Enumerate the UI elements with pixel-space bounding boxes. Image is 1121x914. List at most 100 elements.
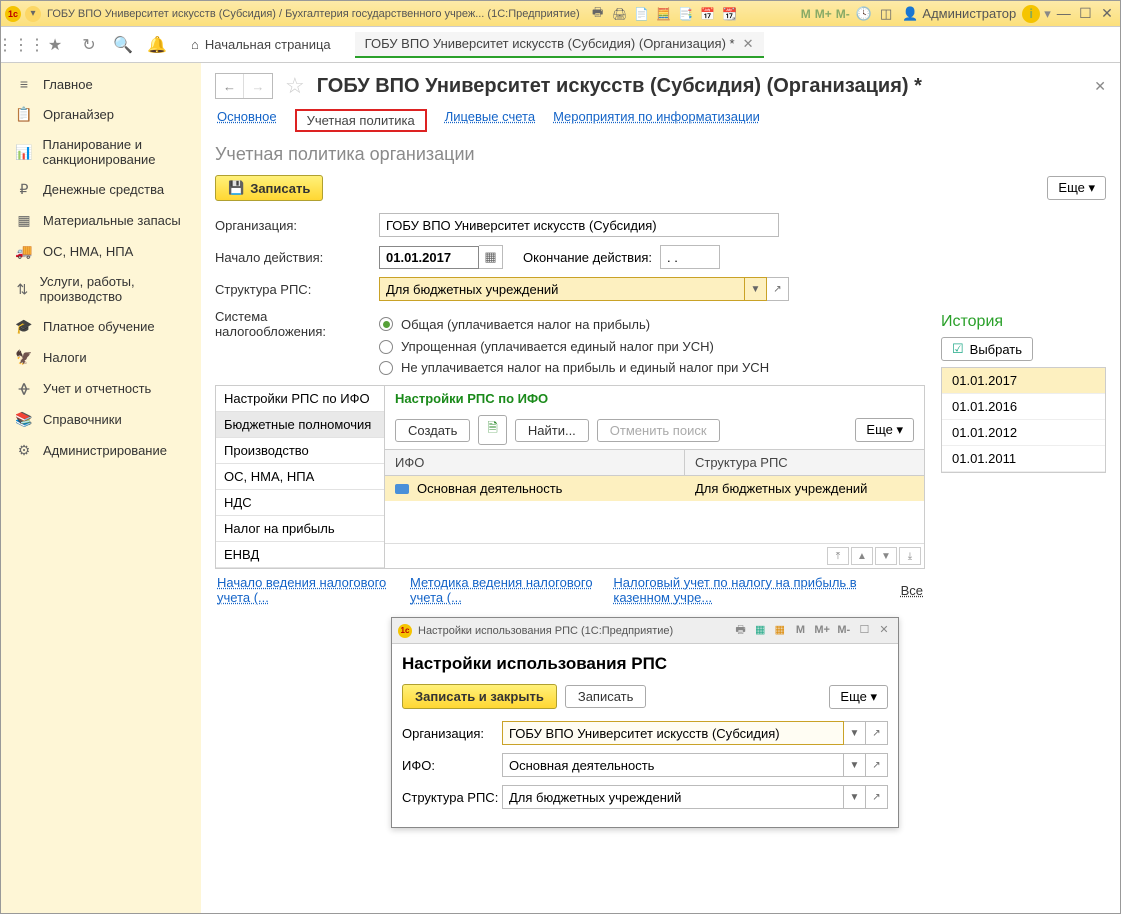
dialog-maximize-icon[interactable]: ☐ xyxy=(856,623,872,636)
close-icon[interactable]: ✕ xyxy=(1098,5,1116,22)
footer-link-3[interactable]: Налоговый учет по налогу на прибыль в ка… xyxy=(613,575,882,605)
page-close-icon[interactable]: ✕ xyxy=(1094,78,1106,95)
cancel-find-button[interactable]: Отменить поиск xyxy=(597,419,720,442)
dialog-m-icon[interactable]: M xyxy=(793,624,809,636)
cat-rps-ifo[interactable]: Настройки РПС по ИФО xyxy=(216,386,384,412)
copy-button[interactable]: 🗎 xyxy=(478,415,506,445)
history-icon[interactable]: ↻ xyxy=(79,35,99,55)
report-icon[interactable]: 📑 xyxy=(678,6,694,22)
m-minus-icon[interactable]: М- xyxy=(836,7,850,21)
sidebar-item-materials[interactable]: ▦Материальные запасы xyxy=(1,205,201,236)
tab-policy[interactable]: Учетная политика xyxy=(295,109,427,132)
nav-first-icon[interactable]: ⤒ xyxy=(827,547,849,565)
active-tab[interactable]: ГОБУ ВПО Университет искусств (Субсидия)… xyxy=(355,32,764,58)
user-label[interactable]: 👤 Администратор xyxy=(902,6,1016,22)
tax-radio-general[interactable]: Общая (уплачивается налог на прибыль) xyxy=(379,317,650,332)
minimize-icon[interactable]: — xyxy=(1055,5,1073,21)
rps-open-icon[interactable]: ↗ xyxy=(767,277,789,301)
dialog-close-icon[interactable]: ✕ xyxy=(876,623,892,636)
find-button[interactable]: Найти... xyxy=(515,419,589,442)
apps-icon[interactable]: ⋮⋮⋮ xyxy=(11,35,31,55)
footer-link-2[interactable]: Методика ведения налогового учета (... xyxy=(410,575,595,605)
home-tab[interactable]: ⌂ Начальная страница xyxy=(181,37,341,52)
dialog-cal-icon[interactable]: ▦ xyxy=(752,623,768,636)
nav-down-icon[interactable]: ▼ xyxy=(875,547,897,565)
table-row[interactable]: Основная деятельность Для бюджетных учре… xyxy=(385,476,924,501)
cat-profit-tax[interactable]: Налог на прибыль xyxy=(216,516,384,542)
tax-radio-usn[interactable]: Упрощенная (уплачивается единый налог пр… xyxy=(379,339,925,354)
dialog-more-button[interactable]: Еще ▾ xyxy=(829,685,888,709)
dropdown-icon[interactable]: ▾ xyxy=(25,6,41,22)
footer-link-1[interactable]: Начало ведения налогового учета (... xyxy=(217,575,392,605)
save-close-button[interactable]: Записать и закрыть xyxy=(402,684,557,709)
rps-dropdown-icon[interactable]: ▼ xyxy=(745,277,767,301)
search-icon[interactable]: 🔍 xyxy=(113,35,133,55)
back-icon[interactable]: ← xyxy=(216,74,244,98)
dialog-mminus-icon[interactable]: M- xyxy=(836,624,852,636)
detail-more-button[interactable]: Еще ▾ xyxy=(855,418,914,442)
sidebar-item-paid[interactable]: 🎓Платное обучение xyxy=(1,311,201,342)
sidebar-item-reference[interactable]: 📚Справочники xyxy=(1,404,201,435)
bell-icon[interactable]: 🔔 xyxy=(147,35,167,55)
sidebar-item-main[interactable]: ≡Главное xyxy=(1,69,201,99)
tab-close-icon[interactable]: ✕ xyxy=(743,36,754,52)
sidebar-item-organizer[interactable]: 📋Органайзер xyxy=(1,99,201,130)
tab-events[interactable]: Мероприятия по информатизации xyxy=(553,109,760,132)
print-icon[interactable]: 🖶 xyxy=(590,6,606,22)
start-date-field[interactable]: 01.01.2017 xyxy=(379,246,479,269)
rps-combo[interactable]: Для бюджетных учреждений xyxy=(379,277,745,301)
star-icon[interactable]: ☆ xyxy=(285,73,305,99)
dialog-org-dd-icon[interactable]: ▼ xyxy=(844,721,866,745)
favorite-icon[interactable]: ★ xyxy=(45,35,65,55)
sidebar-item-planning[interactable]: 📊Планирование и санкционирование xyxy=(1,130,201,174)
calendar-picker-icon[interactable]: ▦ xyxy=(479,245,503,269)
tab-accounts[interactable]: Лицевые счета xyxy=(445,109,535,132)
col-rps[interactable]: Структура РПС xyxy=(685,450,798,475)
dialog-ifo-field[interactable]: Основная деятельность xyxy=(502,753,844,777)
cat-os[interactable]: ОС, НМА, НПА xyxy=(216,464,384,490)
history-item[interactable]: 01.01.2017 xyxy=(942,368,1105,394)
sidebar-item-accounting[interactable]: ᚖУчет и отчетность xyxy=(1,373,201,404)
doc-icon[interactable]: 📄 xyxy=(634,6,650,22)
tab-main[interactable]: Основное xyxy=(217,109,277,132)
date-icon[interactable]: 📆 xyxy=(722,6,738,22)
tax-radio-none[interactable]: Не уплачивается налог на прибыль и едины… xyxy=(379,360,925,375)
clock-icon[interactable]: 🕓 xyxy=(856,6,872,22)
dialog-save-button[interactable]: Записать xyxy=(565,685,647,708)
sidebar-item-money[interactable]: ₽Денежные средства xyxy=(1,174,201,205)
col-ifo[interactable]: ИФО xyxy=(385,450,685,475)
org-field[interactable]: ГОБУ ВПО Университет искусств (Субсидия) xyxy=(379,213,779,237)
cat-envd[interactable]: ЕНВД xyxy=(216,542,384,568)
sidebar-item-os[interactable]: 🚚ОС, НМА, НПА xyxy=(1,236,201,267)
forward-icon[interactable]: → xyxy=(244,74,272,98)
sidebar-item-taxes[interactable]: 🦅Налоги xyxy=(1,342,201,373)
nav-up-icon[interactable]: ▲ xyxy=(851,547,873,565)
create-button[interactable]: Создать xyxy=(395,419,470,442)
dialog-mplus-icon[interactable]: M+ xyxy=(814,624,830,636)
dialog-print-icon[interactable]: 🖶 xyxy=(733,621,749,640)
cat-production[interactable]: Производство xyxy=(216,438,384,464)
calendar-icon[interactable]: 📅 xyxy=(700,6,716,22)
sidebar-item-services[interactable]: ⇅Услуги, работы, производство xyxy=(1,267,201,311)
dialog-org-field[interactable]: ГОБУ ВПО Университет искусств (Субсидия) xyxy=(502,721,844,745)
panel-icon[interactable]: ◫ xyxy=(880,6,892,22)
cat-budget[interactable]: Бюджетные полномочия xyxy=(216,412,384,438)
history-select-button[interactable]: ☑Выбрать xyxy=(941,337,1033,361)
info-icon[interactable]: i xyxy=(1022,5,1040,23)
dialog-date-icon[interactable]: ▦ xyxy=(772,623,788,636)
dialog-ifo-open-icon[interactable]: ↗ xyxy=(866,753,888,777)
sidebar-item-admin[interactable]: ⚙Администрирование xyxy=(1,435,201,466)
write-button[interactable]: 💾Записать xyxy=(215,175,323,201)
dialog-org-open-icon[interactable]: ↗ xyxy=(866,721,888,745)
end-date-field[interactable]: . . xyxy=(660,245,720,269)
print2-icon[interactable]: 🖨 xyxy=(612,6,628,22)
cat-nds[interactable]: НДС xyxy=(216,490,384,516)
m-icon[interactable]: М xyxy=(801,7,811,21)
more-button[interactable]: Еще ▾ xyxy=(1047,176,1106,200)
dialog-ifo-dd-icon[interactable]: ▼ xyxy=(844,753,866,777)
footer-all-link[interactable]: Все xyxy=(901,583,923,598)
history-item[interactable]: 01.01.2016 xyxy=(942,394,1105,420)
history-item[interactable]: 01.01.2012 xyxy=(942,420,1105,446)
maximize-icon[interactable]: ☐ xyxy=(1076,5,1094,22)
dialog-rps-dd-icon[interactable]: ▼ xyxy=(844,785,866,809)
